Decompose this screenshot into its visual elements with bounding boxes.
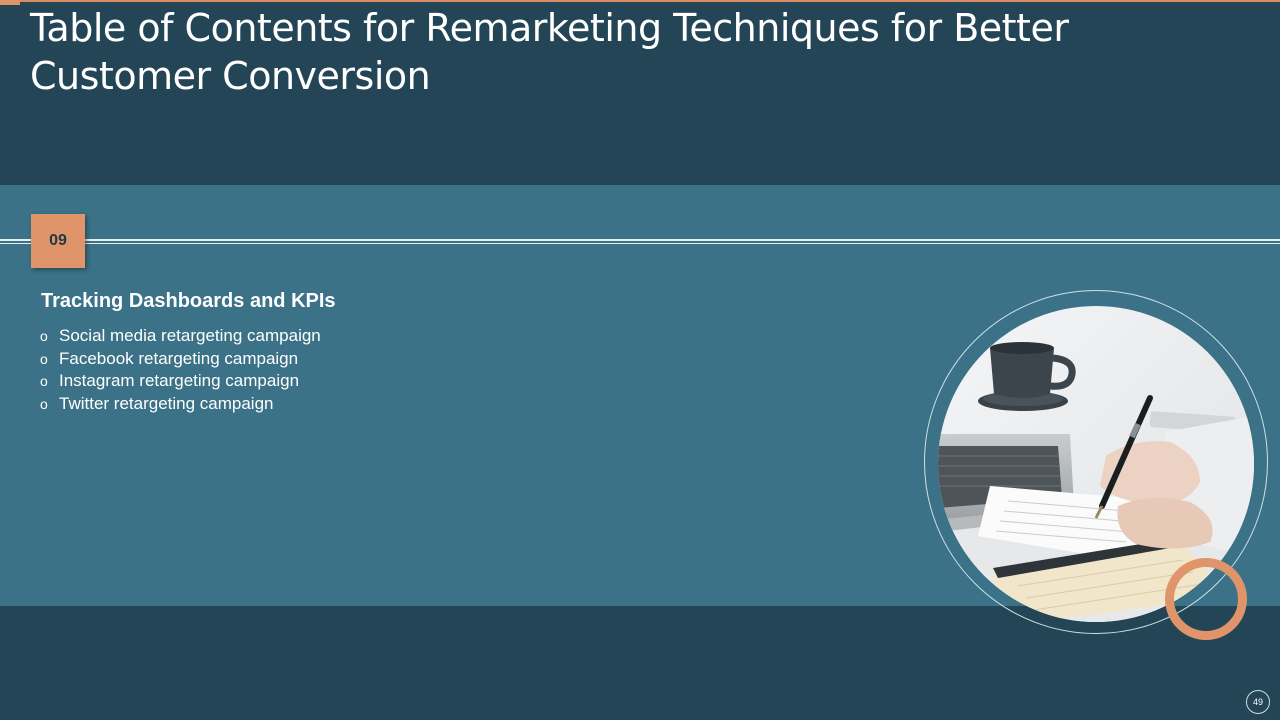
accent-tab <box>0 0 20 5</box>
list-item: o Instagram retargeting campaign <box>40 370 321 393</box>
bullet-marker: o <box>40 373 48 389</box>
slide-title: Table of Contents for Remarketing Techni… <box>30 6 1069 98</box>
section-number-badge: 09 <box>31 214 85 268</box>
decorative-orange-ring <box>1165 558 1247 640</box>
bullet-list: o Social media retargeting campaign o Face… <box>40 325 321 415</box>
page-number: 49 <box>1246 690 1270 714</box>
list-item: o Facebook retargeting campaign <box>40 348 321 371</box>
bullet-marker: o <box>40 350 48 367</box>
list-item-text: Social media retargeting campaign <box>59 326 321 345</box>
list-item-text: Instagram retargeting campaign <box>59 371 300 390</box>
list-item: o Social media retargeting campaign <box>40 325 321 348</box>
list-item: o Twitter retargeting campaign <box>40 393 321 416</box>
list-item-text: Twitter retargeting campaign <box>59 393 274 413</box>
bullet-marker: o <box>40 395 48 412</box>
top-accent-line <box>20 0 1280 2</box>
list-item-text: Facebook retargeting campaign <box>59 348 299 368</box>
bullet-marker: o <box>40 328 48 344</box>
divider-line <box>0 239 1280 241</box>
section-heading: Tracking Dashboards and KPIs <box>41 290 336 312</box>
divider-line-secondary <box>0 243 1280 244</box>
